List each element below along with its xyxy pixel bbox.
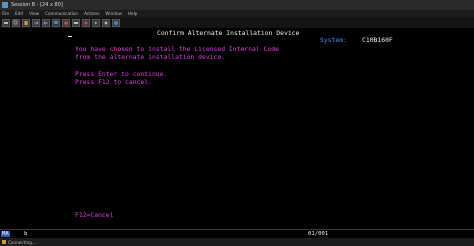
help-icon[interactable]: [112, 18, 120, 27]
keyboard-icon[interactable]: [72, 18, 80, 27]
receive-icon[interactable]: [42, 18, 50, 27]
send-icon[interactable]: [32, 18, 40, 27]
print-icon[interactable]: [2, 18, 10, 27]
menu-file[interactable]: File: [2, 11, 9, 16]
menu-window[interactable]: Window: [105, 11, 122, 16]
menu-edit[interactable]: Edit: [15, 11, 23, 16]
function-key-f12[interactable]: F12=Cancel: [75, 211, 113, 219]
operator-info-area: MA b 01/001: [0, 229, 474, 238]
stop-icon[interactable]: [102, 18, 110, 27]
message-line-1: You have chosen to install the Licensed …: [75, 45, 279, 53]
system-label: System:: [320, 36, 347, 44]
status-bar: Connecting...: [0, 238, 474, 246]
title-bar: Session B - [24 x 80]: [0, 0, 474, 10]
screen-title: Confirm Alternate Installation Device: [157, 29, 300, 37]
menu-actions[interactable]: Actions: [84, 11, 99, 16]
window-title: Session B - [24 x 80]: [11, 2, 63, 8]
message-line-2: from the alternate installation device.: [75, 53, 226, 61]
display-icon[interactable]: [52, 18, 60, 27]
oia-session: b: [24, 231, 28, 237]
copy-icon[interactable]: [12, 18, 20, 27]
record-icon[interactable]: [82, 18, 90, 27]
system-value: C10B160F: [362, 36, 393, 44]
play-icon[interactable]: [92, 18, 100, 27]
connection-icon: [2, 240, 6, 244]
enter-instruction: Press Enter to continue.: [75, 70, 168, 78]
color-icon[interactable]: [62, 18, 70, 27]
cancel-instruction: Press F12 to cancel.: [75, 78, 152, 86]
toolbar: [0, 17, 474, 28]
menu-view[interactable]: View: [29, 11, 39, 16]
paste-icon[interactable]: [22, 18, 30, 27]
app-icon: [2, 2, 8, 8]
text-cursor: [68, 36, 72, 37]
cursor-position: 01/001: [308, 231, 329, 237]
oia-indicator: MA: [1, 231, 10, 237]
menu-bar: File Edit View Communication Actions Win…: [0, 10, 474, 17]
menu-help[interactable]: Help: [128, 11, 138, 16]
status-text: Connecting...: [8, 239, 36, 245]
menu-communication[interactable]: Communication: [45, 11, 78, 16]
terminal-screen[interactable]: Confirm Alternate Installation Device Sy…: [0, 28, 474, 228]
